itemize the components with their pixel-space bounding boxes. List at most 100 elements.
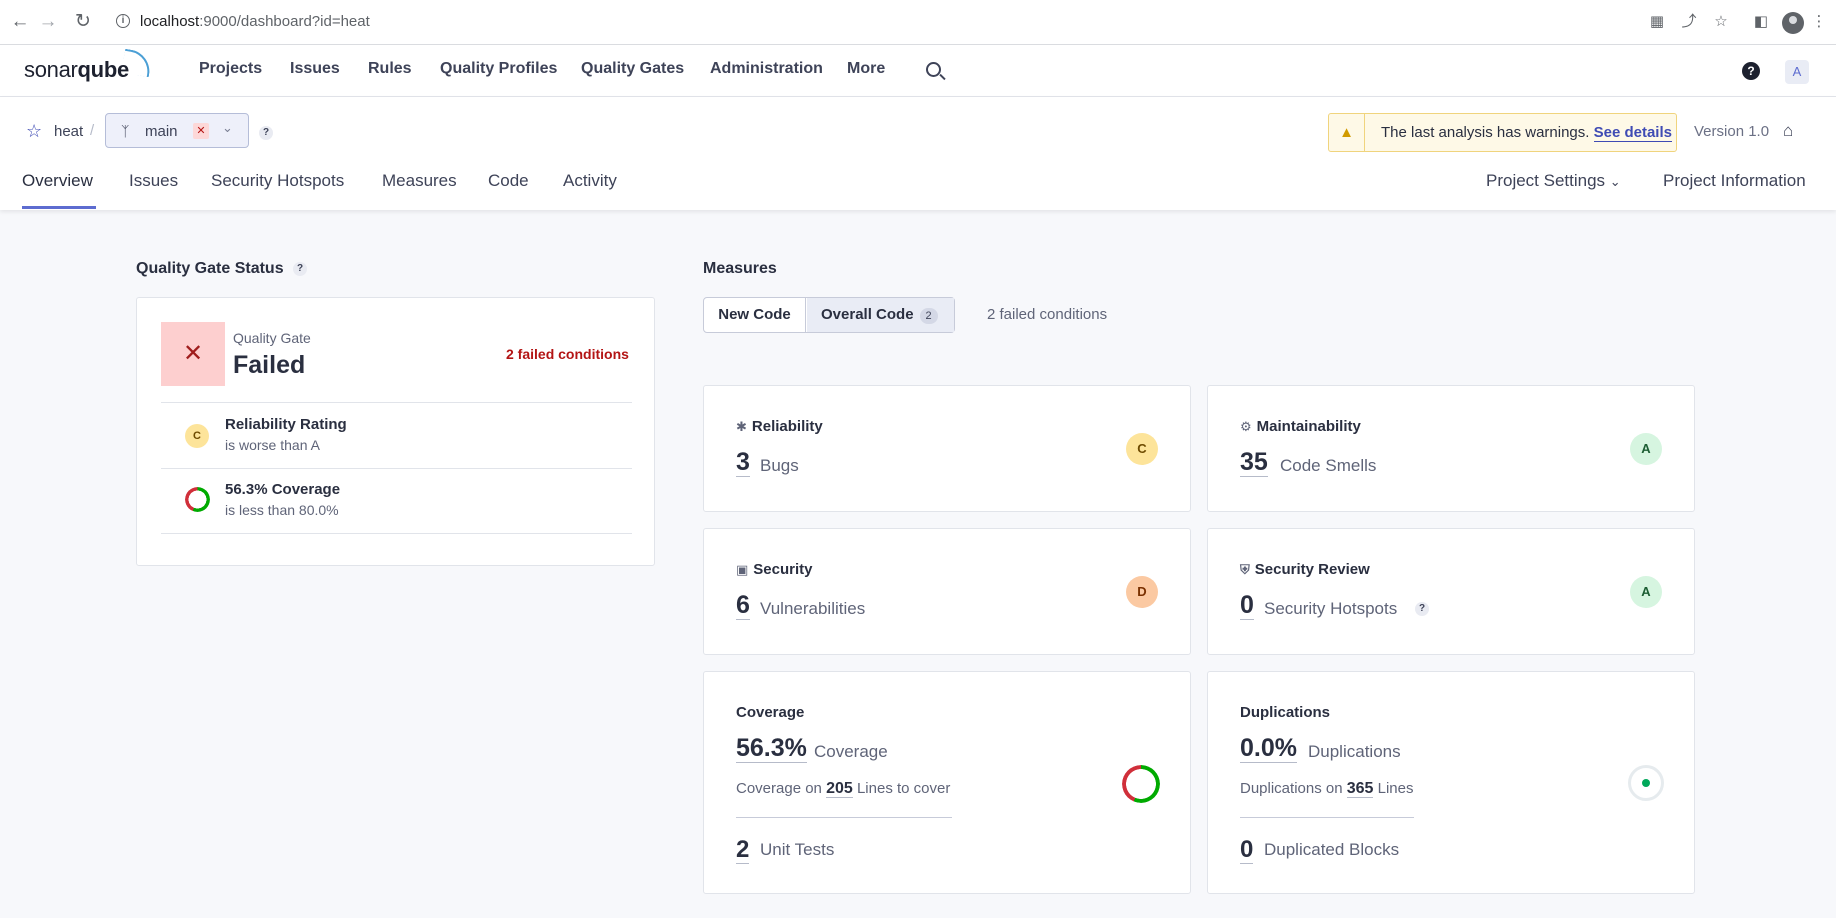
maintainability-heading: ⚙ Maintainability xyxy=(1240,418,1361,435)
duplications-indicator-icon[interactable] xyxy=(1628,765,1664,801)
code-smells-value[interactable]: 35 xyxy=(1240,448,1268,477)
overall-code-label: Overall Code xyxy=(821,306,914,323)
condition-title[interactable]: 56.3% Coverage xyxy=(225,481,340,498)
bugs-unit: Bugs xyxy=(760,456,799,475)
measures-failed-conditions: 2 failed conditions xyxy=(987,306,1108,323)
favorite-star-icon[interactable]: ☆ xyxy=(26,121,42,142)
home-icon[interactable]: ⌂ xyxy=(1783,121,1793,141)
project-information-link[interactable]: Project Information xyxy=(1663,171,1806,191)
browser-toolbar: ← → ↻ i localhost:9000/dashboard?id=heat… xyxy=(0,0,1836,45)
tab-measures[interactable]: Measures xyxy=(382,171,457,191)
breadcrumb-separator: / xyxy=(90,122,95,139)
lines-to-cover-value[interactable]: 205 xyxy=(826,780,853,798)
logo-text-a: sonar xyxy=(24,57,78,82)
divider xyxy=(1240,817,1414,818)
duplications-dot xyxy=(1642,779,1650,787)
coverage-heading: Coverage xyxy=(736,704,805,721)
nav-issues[interactable]: Issues xyxy=(290,60,340,78)
duplicated-blocks-unit: Duplicated Blocks xyxy=(1264,840,1400,859)
code-period-toggle: New Code Overall Code 2 xyxy=(703,297,955,333)
project-settings-label: Project Settings xyxy=(1486,171,1606,190)
back-icon[interactable]: ← xyxy=(9,11,31,33)
bug-icon: ✱ xyxy=(736,419,747,434)
vulnerabilities-value[interactable]: 6 xyxy=(736,591,750,620)
shield-icon: ⛨ xyxy=(1240,562,1250,577)
coverage-value[interactable]: 56.3% xyxy=(736,734,807,763)
active-tab-indicator xyxy=(22,206,96,209)
overall-code-tab[interactable]: Overall Code 2 xyxy=(807,298,954,332)
branch-failed-icon: ✕ xyxy=(193,123,209,139)
site-info-icon[interactable]: i xyxy=(116,14,130,28)
nav-quality-profiles[interactable]: Quality Profiles xyxy=(440,60,557,78)
nav-rules[interactable]: Rules xyxy=(368,60,412,78)
unit-tests-unit: Unit Tests xyxy=(760,840,835,859)
translate-icon[interactable]: ▦ xyxy=(1646,11,1668,33)
security-review-rating-badge[interactable]: A xyxy=(1630,576,1662,608)
duplications-value[interactable]: 0.0% xyxy=(1240,734,1297,763)
branch-icon: ᛉ xyxy=(121,123,130,139)
reliability-rating-badge: C xyxy=(185,424,209,448)
search-icon[interactable] xyxy=(926,62,941,77)
divider xyxy=(161,533,632,534)
bugs-value[interactable]: 3 xyxy=(736,448,750,477)
lines-to-cover-suffix: Lines to cover xyxy=(856,780,951,797)
unit-tests-value[interactable]: 2 xyxy=(736,836,750,864)
coverage-donut-icon[interactable] xyxy=(1122,765,1160,803)
help-icon[interactable]: ? xyxy=(1742,62,1760,80)
share-icon[interactable]: ⤴ xyxy=(1678,11,1700,33)
new-code-tab[interactable]: New Code xyxy=(704,298,806,332)
reliability-heading: ✱ Reliability xyxy=(736,418,823,435)
security-review-heading-text: Security Review xyxy=(1254,561,1370,578)
lock-icon: ▣ xyxy=(736,562,749,577)
maintainability-rating-badge[interactable]: A xyxy=(1630,433,1662,465)
vulnerabilities-unit: Vulnerabilities xyxy=(760,599,866,618)
overall-code-badge: 2 xyxy=(919,308,938,324)
reload-icon[interactable]: ↻ xyxy=(72,11,94,33)
security-rating-badge[interactable]: D xyxy=(1126,576,1158,608)
reliability-rating-badge[interactable]: C xyxy=(1126,433,1158,465)
nav-quality-gates[interactable]: Quality Gates xyxy=(581,60,684,78)
condition-title[interactable]: Reliability Rating xyxy=(225,416,347,433)
branch-selector[interactable]: ᛉ main ✕ ⌄ xyxy=(105,113,249,148)
address-bar[interactable]: localhost:9000/dashboard?id=heat xyxy=(140,13,370,30)
duplicated-blocks-value[interactable]: 0 xyxy=(1240,836,1254,864)
condition-subtitle: is less than 80.0% xyxy=(225,502,339,518)
nav-projects[interactable]: Projects xyxy=(199,60,262,78)
menu-kebab-icon[interactable]: ⋮ xyxy=(1808,11,1830,33)
nav-administration[interactable]: Administration xyxy=(710,60,823,78)
coverage-donut-icon xyxy=(185,487,210,512)
branch-help-icon[interactable]: ? xyxy=(259,126,273,140)
see-details-link[interactable]: See details xyxy=(1593,124,1672,142)
chevron-down-icon: ⌄ xyxy=(222,120,233,135)
profile-icon[interactable] xyxy=(1782,12,1804,34)
bookmark-star-icon[interactable]: ☆ xyxy=(1710,11,1732,33)
avatar[interactable]: A xyxy=(1785,60,1809,84)
global-navigation: sonarqube Projects Issues Rules Quality … xyxy=(0,45,1836,97)
coverage-unit: Coverage xyxy=(814,742,888,761)
quality-gate-title: Quality Gate Status xyxy=(136,260,284,278)
project-version: Version 1.0 xyxy=(1694,123,1770,140)
hotspots-help-icon[interactable]: ? xyxy=(1415,602,1429,616)
tab-security-hotspots[interactable]: Security Hotspots xyxy=(211,171,344,191)
breadcrumb-project[interactable]: heat xyxy=(54,123,83,140)
nav-more[interactable]: More xyxy=(847,60,885,78)
hotspots-unit: Security Hotspots xyxy=(1264,599,1398,618)
logo-wave-icon xyxy=(121,48,153,78)
duplicated-lines-value[interactable]: 365 xyxy=(1346,780,1374,798)
analysis-warning-banner: ▲ The last analysis has warnings. See de… xyxy=(1328,113,1677,152)
quality-gate-help-icon[interactable]: ? xyxy=(293,262,307,276)
tab-code[interactable]: Code xyxy=(488,171,529,191)
tab-issues[interactable]: Issues xyxy=(129,171,178,191)
side-panel-icon[interactable]: ◧ xyxy=(1750,11,1772,33)
forward-icon[interactable]: → xyxy=(37,11,59,33)
project-settings-menu[interactable]: Project Settings ⌄ xyxy=(1486,171,1621,191)
hotspots-value[interactable]: 0 xyxy=(1240,591,1254,620)
tab-overview[interactable]: Overview xyxy=(22,171,93,191)
tab-activity[interactable]: Activity xyxy=(563,171,617,191)
project-header: ☆ heat / ᛉ main ✕ ⌄ ? ▲ The last analysi… xyxy=(0,97,1836,210)
reliability-heading-text: Reliability xyxy=(751,418,823,435)
duplicated-lines-prefix: Duplications on xyxy=(1240,780,1343,797)
sonarqube-logo[interactable]: sonarqube xyxy=(24,57,129,83)
lines-to-cover: Coverage on 205 Lines to cover xyxy=(736,780,950,798)
reliability-card: ✱ Reliability 3 Bugs C xyxy=(703,385,1191,512)
